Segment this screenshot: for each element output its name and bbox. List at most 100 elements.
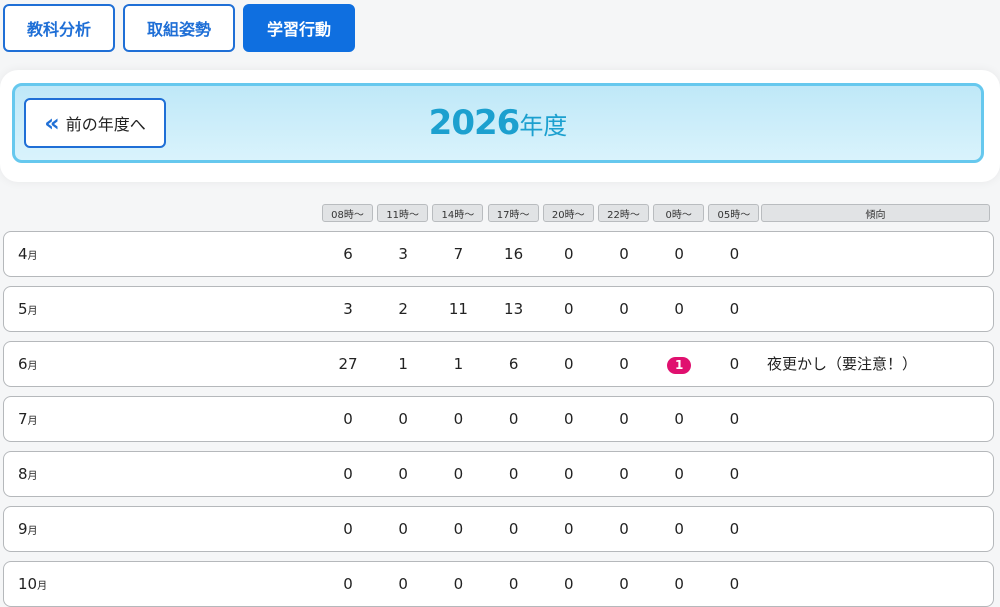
year-title: 2026年度	[15, 98, 981, 154]
month-label: 9月	[18, 520, 38, 538]
hour-count-cell: 0	[619, 410, 629, 428]
hour-count-cell: 0	[564, 300, 574, 318]
hour-count-cell: 0	[453, 465, 464, 483]
tab-engagement[interactable]: 取組姿勢	[123, 4, 236, 52]
tab-learning-behavior[interactable]: 学習行動	[243, 4, 356, 52]
month-unit: 月	[27, 251, 38, 262]
month-number: 9	[18, 520, 28, 538]
hour-count-cell: 0	[674, 245, 684, 263]
month-unit: 月	[37, 581, 48, 592]
month-number: 8	[18, 465, 28, 483]
hour-count-cell: 0	[729, 355, 740, 373]
column-header-hour: 14時～	[432, 204, 484, 222]
hour-count-cell: 0	[619, 575, 629, 593]
hour-count-cell: 0	[619, 300, 629, 318]
hour-count-cell: 0	[729, 300, 740, 318]
hour-count-cell: 0	[564, 465, 574, 483]
month-unit: 月	[27, 526, 38, 537]
hour-count-cell: 1	[398, 355, 408, 373]
alert-badge: 1	[667, 357, 692, 374]
column-header-hour: 0時～	[653, 204, 705, 222]
month-label: 5月	[18, 300, 38, 318]
hour-count-cell: 0	[508, 410, 519, 428]
hour-count-cell: 13	[504, 300, 524, 318]
year-number: 2026	[428, 103, 521, 143]
hour-count-cell: 0	[729, 465, 740, 483]
hour-count-cell: 0	[453, 575, 464, 593]
month-label: 6月	[18, 355, 38, 373]
hour-count-cell: 0	[398, 575, 408, 593]
hour-count-cell: 0	[619, 355, 629, 373]
hour-count-cell: 0	[674, 410, 684, 428]
column-header-hour: 08時～	[322, 204, 373, 222]
hour-count-cell: 0	[619, 465, 629, 483]
hour-count-cell: 3	[343, 300, 353, 318]
table-row: 6月 27 1 1 6 0 0 1 0 夜更かし（要注意！）	[3, 341, 994, 387]
hour-count-cell: 0	[729, 410, 740, 428]
month-number: 10	[18, 575, 38, 593]
hour-count-cell: 0	[508, 520, 519, 538]
hour-count-cell: 0	[508, 465, 519, 483]
column-header-trend: 傾向	[761, 204, 990, 222]
table-row: 9月 0 0 0 0 0 0 0 0	[3, 506, 994, 552]
column-header-hour: 11時～	[377, 204, 429, 222]
hour-count-cell: 0	[343, 410, 353, 428]
hour-count-cell: 0	[619, 520, 629, 538]
hour-count-cell: 0	[564, 410, 574, 428]
hour-count-cell: 6	[508, 355, 519, 373]
hour-count-cell: 0	[564, 575, 574, 593]
hour-count-cell: 0	[674, 465, 684, 483]
hour-count-cell: 6	[343, 245, 353, 263]
hour-count-cell: 11	[448, 300, 468, 318]
year-unit: 年度	[519, 112, 568, 140]
column-header-hour: 05時～	[708, 204, 760, 222]
hour-count-cell: 16	[504, 245, 524, 263]
table-row: 7月 0 0 0 0 0 0 0 0	[3, 396, 994, 442]
hour-count-cell: 0	[564, 520, 574, 538]
month-unit: 月	[27, 306, 38, 317]
hour-count-cell: 0	[729, 575, 740, 593]
column-header-hour: 22時～	[598, 204, 649, 222]
hour-count-cell: 7	[453, 245, 464, 263]
month-number: 7	[18, 410, 28, 428]
hour-count-cell: 2	[398, 300, 408, 318]
tab-bar: 教科分析 取組姿勢 学習行動	[3, 4, 356, 52]
hour-count-cell: 0	[674, 520, 684, 538]
month-unit: 月	[27, 416, 38, 427]
hour-count-cell: 0	[729, 520, 740, 538]
month-label: 7月	[18, 410, 38, 428]
hour-count-cell: 0	[343, 520, 353, 538]
month-number: 6	[18, 355, 28, 373]
hour-count-cell: 27	[338, 355, 358, 373]
month-number: 4	[18, 245, 28, 263]
hour-count-cell: 0	[398, 410, 408, 428]
month-label: 4月	[18, 245, 38, 263]
hour-count-cell: 1	[453, 355, 464, 373]
table-row: 8月 0 0 0 0 0 0 0 0	[3, 451, 994, 497]
table-row: 5月 3 2 11 13 0 0 0 0	[3, 286, 994, 332]
month-label: 10月	[18, 575, 47, 593]
hour-count-cell: 0	[508, 575, 519, 593]
column-header-hour: 17時～	[487, 204, 539, 222]
month-unit: 月	[27, 471, 38, 482]
hour-count-cell: 3	[398, 245, 408, 263]
table-row: 10月 0 0 0 0 0 0 0 0	[3, 561, 994, 607]
hour-count-cell: 0	[453, 520, 464, 538]
hour-count-cell: 0	[674, 575, 684, 593]
month-number: 5	[18, 300, 28, 318]
month-label: 8月	[18, 465, 38, 483]
hour-count-cell: 0	[564, 355, 574, 373]
year-panel: « 前の年度へ 2026年度	[12, 83, 984, 163]
hour-count-cell: 0	[343, 465, 353, 483]
hour-count-cell: 0	[453, 410, 464, 428]
hour-count-cell: 0	[674, 300, 684, 318]
column-header-hour: 20時～	[542, 204, 594, 222]
year-section: « 前の年度へ 2026年度	[0, 70, 1000, 182]
hour-count-cell: 0	[619, 245, 629, 263]
trend-text: 夜更かし（要注意！）	[767, 355, 918, 373]
tab-subject-analysis[interactable]: 教科分析	[3, 4, 116, 52]
table-row: 4月 6 3 7 16 0 0 0 0	[3, 231, 994, 277]
hour-count-cell: 0	[398, 520, 408, 538]
month-unit: 月	[27, 361, 38, 372]
column-headers: 08時～ 11時～ 14時～ 17時～ 20時～ 22時～ 0時～ 05時～ 傾向	[0, 204, 1000, 222]
